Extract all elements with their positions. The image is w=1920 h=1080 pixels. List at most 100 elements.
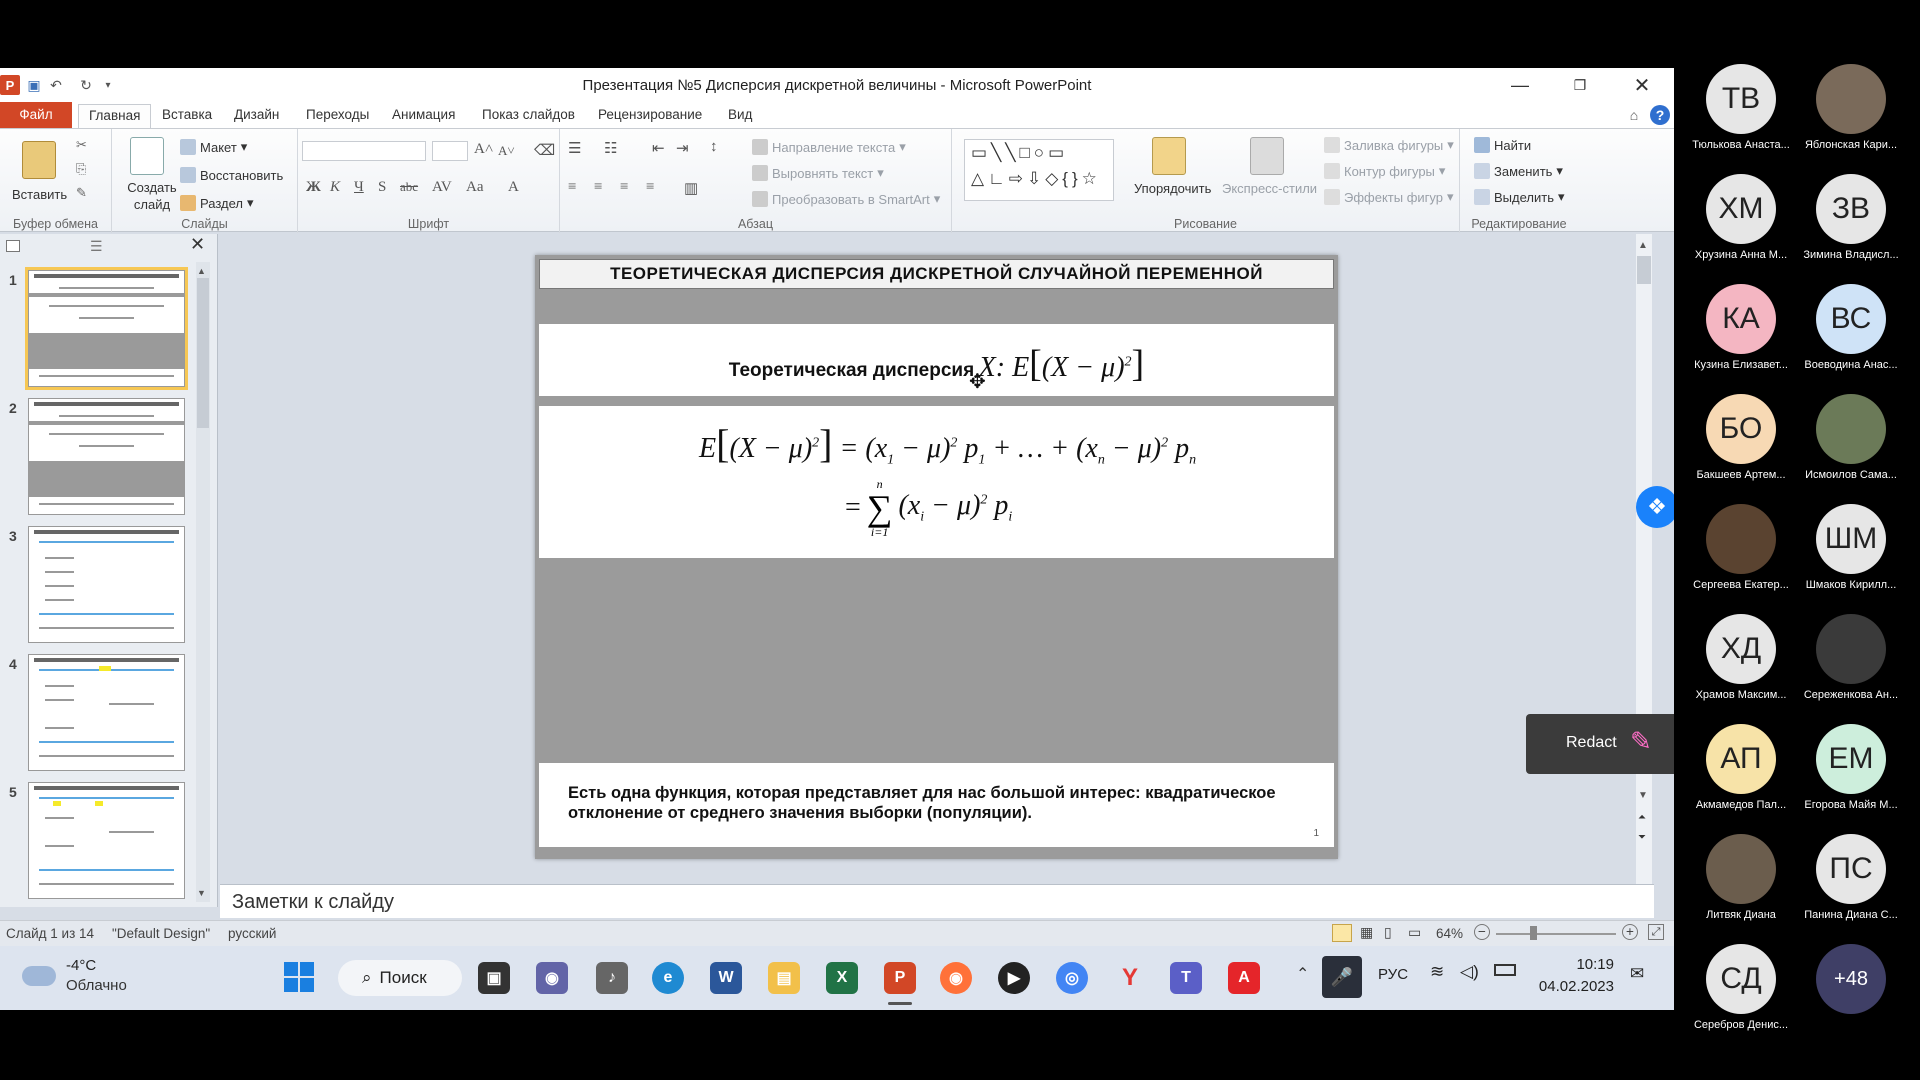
shape-effects-button[interactable]: Эффекты фигур ▾ — [1324, 189, 1454, 205]
change-case-icon[interactable]: Aa — [466, 179, 484, 196]
scroll-up-icon[interactable]: ▲ — [197, 266, 206, 276]
clock-time[interactable]: 10:19 — [1534, 956, 1614, 973]
reading-view-icon[interactable]: ▯ — [1384, 924, 1392, 941]
tab-home[interactable]: Главная — [78, 104, 152, 129]
taskbar-search[interactable]: ⌕ Поиск — [338, 960, 462, 996]
microphone-icon[interactable]: 🎤 — [1322, 956, 1362, 998]
dropbox-icon[interactable]: ❖ — [1636, 486, 1674, 528]
shapes-gallery[interactable]: ▭╲╲□○▭ △∟⇨⇩◇{}☆ — [964, 139, 1114, 201]
outline-tab-icon[interactable]: ☰ — [90, 238, 103, 255]
copy-icon[interactable]: ⎘ — [76, 161, 86, 177]
slide-scrollbar[interactable]: ▲ ▼ ⏶ ⏷ — [1636, 234, 1652, 884]
zoom-out-icon[interactable]: − — [1474, 924, 1490, 940]
shape-outline-button[interactable]: Контур фигуры ▾ — [1324, 163, 1445, 179]
participant-tile[interactable]: АП Акмамедов Пал... — [1686, 724, 1796, 811]
justify-icon[interactable]: ≡ — [646, 179, 654, 196]
tray-expand-icon[interactable]: ⌃ — [1296, 964, 1309, 984]
slides-tab-icon[interactable] — [6, 240, 20, 252]
align-text-button[interactable]: Выровнять текст ▾ — [752, 165, 884, 181]
participant-tile[interactable]: ХМ Хрузина Анна М... — [1686, 174, 1796, 261]
align-left-icon[interactable]: ≡ — [568, 179, 576, 196]
tab-view[interactable]: Вид — [718, 102, 762, 128]
font-family-combo[interactable] — [302, 141, 426, 161]
tab-review[interactable]: Рецензирование — [588, 102, 712, 128]
grow-font-icon[interactable]: A˄ — [474, 141, 493, 158]
align-center-icon[interactable]: ≡ — [594, 179, 602, 196]
arrange-button[interactable]: Упорядочить — [1134, 181, 1211, 196]
participant-tile[interactable]: +48 — [1796, 944, 1906, 1019]
tab-insert[interactable]: Вставка — [152, 102, 222, 128]
word-icon[interactable]: W — [710, 962, 742, 994]
smartart-button[interactable]: Преобразовать в SmartArt ▾ — [752, 191, 940, 207]
clock-date[interactable]: 04.02.2023 — [1534, 978, 1614, 995]
scroll-down-icon[interactable]: ▼ — [1638, 790, 1648, 801]
caption-box[interactable]: Есть одна функция, которая представляет … — [539, 763, 1334, 847]
shrink-font-icon[interactable]: A˅ — [498, 143, 515, 159]
tab-file[interactable]: Файл — [0, 102, 72, 128]
find-button[interactable]: Найти — [1474, 137, 1531, 153]
restore-button[interactable]: ❐ — [1550, 68, 1610, 102]
participant-tile[interactable]: Сергеева Екатер... — [1686, 504, 1796, 591]
acrobat-icon[interactable]: A — [1228, 962, 1260, 994]
columns-icon[interactable]: ▥ — [684, 179, 698, 198]
thumbnails-scrollbar[interactable]: ▲ ▼ — [196, 262, 210, 902]
numbering-icon[interactable]: ☷ — [604, 139, 617, 158]
excel-icon[interactable]: X — [826, 962, 858, 994]
new-slide-icon[interactable] — [130, 137, 164, 175]
participant-tile[interactable]: ЗВ Зимина Владисл... — [1796, 174, 1906, 261]
clear-format-icon[interactable]: ⌫ — [534, 141, 555, 160]
participant-tile[interactable]: ХД Храмов Максим... — [1686, 614, 1796, 701]
select-button[interactable]: Выделить ▾ — [1474, 189, 1565, 205]
participant-tile[interactable]: Исмоилов Сама... — [1796, 394, 1906, 481]
close-button[interactable]: ✕ — [1612, 68, 1672, 102]
char-spacing-icon[interactable]: AV — [432, 179, 452, 196]
participant-tile[interactable]: Литвяк Диана — [1686, 834, 1796, 921]
wifi-icon[interactable]: ≋ — [1430, 962, 1444, 982]
sorter-view-icon[interactable]: ▦ — [1360, 924, 1373, 941]
firefox-icon[interactable]: ◉ — [940, 962, 972, 994]
slide-scroll-thumb[interactable] — [1637, 256, 1651, 284]
participant-tile[interactable]: ВС Воеводина Анас... — [1796, 284, 1906, 371]
windows-start-icon[interactable] — [284, 962, 314, 992]
file-explorer-icon[interactable]: ▤ — [768, 962, 800, 994]
chrome-icon[interactable]: ◎ — [1056, 962, 1088, 994]
text-direction-button[interactable]: Направление текста ▾ — [752, 139, 906, 155]
help-icon[interactable]: ? — [1650, 105, 1670, 125]
participant-tile[interactable]: Яблонская Кари... — [1796, 64, 1906, 151]
zoom-slider-thumb[interactable] — [1530, 926, 1537, 940]
participant-tile[interactable]: Сереженкова Ан... — [1796, 614, 1906, 701]
media-player-icon[interactable]: ▶ — [998, 962, 1030, 994]
underline-icon[interactable]: Ч — [354, 179, 364, 196]
slide-canvas[interactable]: ТЕОРЕТИЧЕСКАЯ ДИСПЕРСИЯ ДИСКРЕТНОЙ СЛУЧА… — [535, 255, 1338, 859]
font-size-combo[interactable] — [432, 141, 468, 161]
slide-thumbnail-4[interactable] — [28, 654, 185, 771]
slideshow-view-icon[interactable]: ▭ — [1408, 924, 1421, 941]
paste-icon[interactable] — [22, 141, 56, 179]
tab-transitions[interactable]: Переходы — [296, 102, 379, 128]
participant-tile[interactable]: БО Бакшеев Артем... — [1686, 394, 1796, 481]
format-painter-icon[interactable]: ✎ — [76, 185, 87, 201]
participant-tile[interactable]: ПС Панина Диана С... — [1796, 834, 1906, 921]
line-spacing-icon[interactable]: ↕ — [710, 139, 718, 156]
zoom-slider[interactable] — [1496, 933, 1616, 935]
language-indicator[interactable]: русский — [228, 926, 276, 941]
shadow-icon[interactable]: S — [378, 179, 386, 196]
decrease-indent-icon[interactable]: ⇤ — [652, 139, 665, 158]
edge-icon[interactable]: e — [652, 962, 684, 994]
replace-button[interactable]: Заменить ▾ — [1474, 163, 1563, 179]
notes-pane[interactable]: Заметки к слайду — [220, 884, 1654, 918]
thumbnails-scroll-thumb[interactable] — [197, 278, 209, 428]
fit-to-window-icon[interactable]: ⤢ — [1648, 924, 1664, 940]
slide-thumbnail-3[interactable] — [28, 526, 185, 643]
participant-tile[interactable]: ШМ Шмаков Кирилл... — [1796, 504, 1906, 591]
notifications-icon[interactable]: ✉ — [1630, 964, 1644, 984]
increase-indent-icon[interactable]: ⇥ — [676, 139, 689, 158]
teams-icon[interactable]: T — [1170, 962, 1202, 994]
participant-tile[interactable]: ТВ Тюлькова Анаста... — [1686, 64, 1796, 151]
chat-icon[interactable]: ◉ — [536, 962, 568, 994]
minimize-button[interactable]: — — [1490, 68, 1550, 102]
task-view-icon[interactable]: ▣ — [478, 962, 510, 994]
italic-icon[interactable]: К — [330, 179, 340, 196]
zoom-level[interactable]: 64% — [1436, 926, 1463, 941]
section-button[interactable]: Раздел ▾ — [180, 195, 254, 211]
